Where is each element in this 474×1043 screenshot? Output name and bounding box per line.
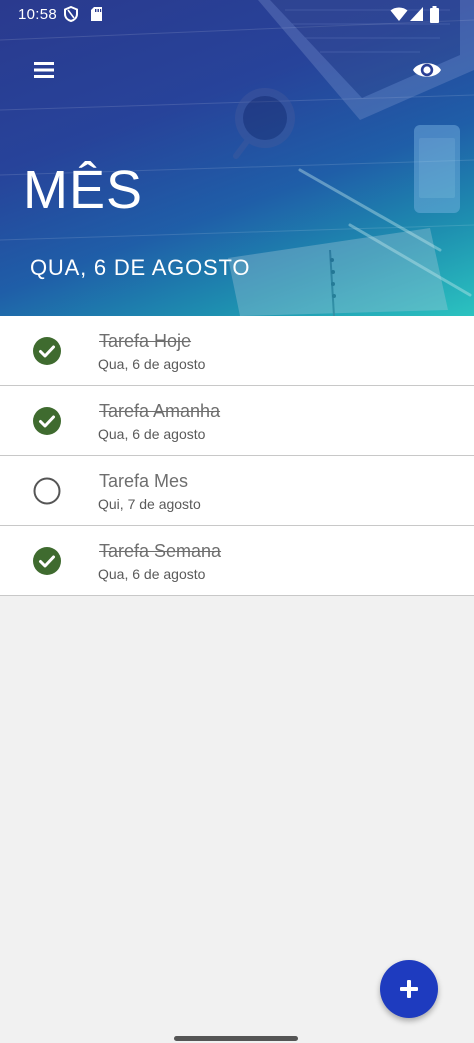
task-list: Tarefa Hoje Qua, 6 de agosto Tarefa Aman… xyxy=(0,316,474,596)
task-date: Qua, 6 de agosto xyxy=(98,426,206,442)
task-date: Qui, 7 de agosto xyxy=(98,496,201,512)
task-title: Tarefa Hoje xyxy=(99,331,192,351)
page-title: MÊS xyxy=(23,160,144,220)
eye-icon xyxy=(413,63,441,77)
task-date: Qua, 6 de agosto xyxy=(98,566,206,582)
task-item[interactable]: Tarefa Mes Qui, 7 de agosto xyxy=(0,456,474,526)
battery-icon xyxy=(430,6,439,23)
signal-icon xyxy=(410,7,423,21)
checked-circle-icon[interactable] xyxy=(32,336,62,366)
task-title: Tarefa Amanha xyxy=(99,401,221,421)
task-item[interactable]: Tarefa Hoje Qua, 6 de agosto xyxy=(0,316,474,386)
task-date: Qua, 6 de agosto xyxy=(98,356,206,372)
status-time: 10:58 xyxy=(18,6,58,23)
app-header: 10:58 MÊS QUA, 6 DE AGOSTO xyxy=(0,0,474,316)
task-title: Tarefa Semana xyxy=(99,541,222,561)
add-task-button[interactable] xyxy=(380,960,438,1018)
unchecked-circle-icon[interactable] xyxy=(32,476,62,506)
visibility-toggle-button[interactable] xyxy=(410,54,444,86)
wifi-icon xyxy=(390,7,408,21)
shield-icon xyxy=(64,6,78,22)
task-item[interactable]: Tarefa Amanha Qua, 6 de agosto xyxy=(0,386,474,456)
sd-card-icon xyxy=(91,7,102,21)
checked-circle-icon[interactable] xyxy=(32,406,62,436)
plus-icon xyxy=(400,980,418,998)
task-item[interactable]: Tarefa Semana Qua, 6 de agosto xyxy=(0,526,474,596)
menu-button[interactable] xyxy=(28,54,60,86)
checked-circle-icon[interactable] xyxy=(32,546,62,576)
status-bar: 10:58 xyxy=(0,0,474,30)
gesture-navigation-handle[interactable] xyxy=(174,1036,298,1041)
header-date: QUA, 6 DE AGOSTO xyxy=(30,255,251,280)
task-title: Tarefa Mes xyxy=(99,471,189,491)
hamburger-menu-icon xyxy=(34,62,54,78)
